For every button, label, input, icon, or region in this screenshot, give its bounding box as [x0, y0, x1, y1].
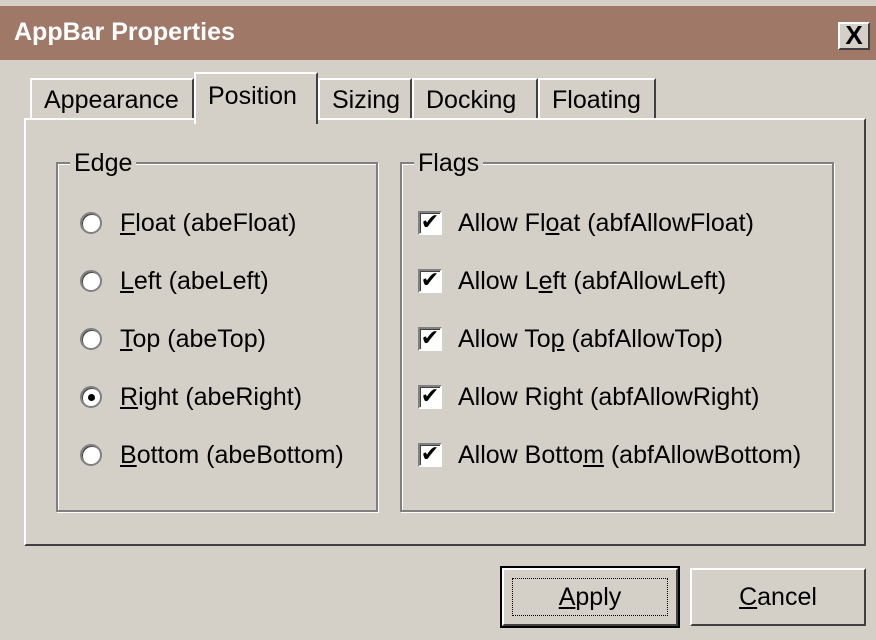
radio-float[interactable] — [80, 212, 102, 234]
edge-option-bottom[interactable]: Bottom (abeBottom) — [80, 440, 344, 470]
edge-option-left[interactable]: Left (abeLeft) — [80, 266, 269, 296]
edge-option-float[interactable]: Float (abeFloat) — [80, 208, 296, 238]
flag-label: Allow Left (abfAllowLeft) — [458, 267, 727, 295]
checkbox-allow-bottom[interactable]: ✔ — [418, 443, 442, 467]
close-icon: X — [845, 20, 863, 50]
tab-label: Appearance — [44, 86, 179, 114]
flag-allow-right[interactable]: ✔ Allow Right (abfAllowRight) — [418, 382, 760, 412]
checkbox-allow-left[interactable]: ✔ — [418, 269, 442, 293]
flag-label: Allow Float (abfAllowFloat) — [458, 209, 754, 237]
apply-button[interactable]: Apply — [500, 566, 680, 628]
flag-allow-float[interactable]: ✔ Allow Float (abfAllowFloat) — [418, 208, 754, 238]
flag-label: Allow Right (abfAllowRight) — [458, 383, 760, 411]
tab-floating[interactable]: Floating — [538, 78, 656, 120]
tab-panel-position: Edge Float (abeFloat) Left (abeLeft) Top… — [24, 118, 866, 546]
check-icon: ✔ — [420, 383, 440, 408]
title-bar[interactable]: AppBar Properties X — [0, 6, 876, 60]
edge-group: Edge Float (abeFloat) Left (abeLeft) Top… — [56, 148, 378, 512]
flag-label: Allow Top (abfAllowTop) — [458, 325, 723, 353]
tab-position[interactable]: Position — [194, 72, 318, 124]
edge-option-label: Float (abeFloat) — [120, 209, 297, 237]
tab-appearance[interactable]: Appearance — [30, 78, 194, 120]
tab-docking[interactable]: Docking — [412, 78, 538, 120]
flags-group: Flags ✔ Allow Float (abfAllowFloat) ✔ Al… — [400, 148, 834, 512]
cancel-button[interactable]: Cancel — [690, 568, 866, 626]
flag-allow-bottom[interactable]: ✔ Allow Bottom (abfAllowBottom) — [418, 440, 801, 470]
radio-left[interactable] — [80, 270, 102, 292]
edge-option-right[interactable]: Right (abeRight) — [80, 382, 302, 412]
flag-allow-top[interactable]: ✔ Allow Top (abfAllowTop) — [418, 324, 723, 354]
tab-sizing[interactable]: Sizing — [318, 78, 412, 120]
appbar-properties-dialog: AppBar Properties X Appearance Position … — [0, 0, 876, 640]
close-button[interactable]: X — [838, 22, 870, 50]
tab-label: Floating — [552, 86, 641, 114]
check-icon: ✔ — [420, 267, 440, 292]
check-icon: ✔ — [420, 209, 440, 234]
check-icon: ✔ — [420, 441, 440, 466]
check-icon: ✔ — [420, 325, 440, 350]
edge-option-label: Top (abeTop) — [120, 325, 266, 353]
radio-bottom[interactable] — [80, 444, 102, 466]
checkbox-allow-top[interactable]: ✔ — [418, 327, 442, 351]
focus-rect — [512, 578, 668, 616]
cancel-label: Cancel — [739, 583, 817, 611]
edge-option-label: Left (abeLeft) — [120, 267, 269, 295]
tab-label: Position — [208, 82, 297, 110]
tab-label: Docking — [426, 86, 517, 114]
edge-option-top[interactable]: Top (abeTop) — [80, 324, 266, 354]
radio-top[interactable] — [80, 328, 102, 350]
radio-right[interactable] — [80, 386, 102, 408]
window-title: AppBar Properties — [14, 18, 235, 46]
flag-allow-left[interactable]: ✔ Allow Left (abfAllowLeft) — [418, 266, 726, 296]
edge-option-label: Bottom (abeBottom) — [120, 441, 344, 469]
edge-option-label: Right (abeRight) — [120, 383, 303, 411]
checkbox-allow-right[interactable]: ✔ — [418, 385, 442, 409]
checkbox-allow-float[interactable]: ✔ — [418, 211, 442, 235]
flag-label: Allow Bottom (abfAllowBottom) — [458, 441, 802, 469]
edge-group-label: Edge — [70, 148, 137, 178]
tab-label: Sizing — [332, 86, 401, 114]
flags-group-label: Flags — [414, 148, 484, 178]
